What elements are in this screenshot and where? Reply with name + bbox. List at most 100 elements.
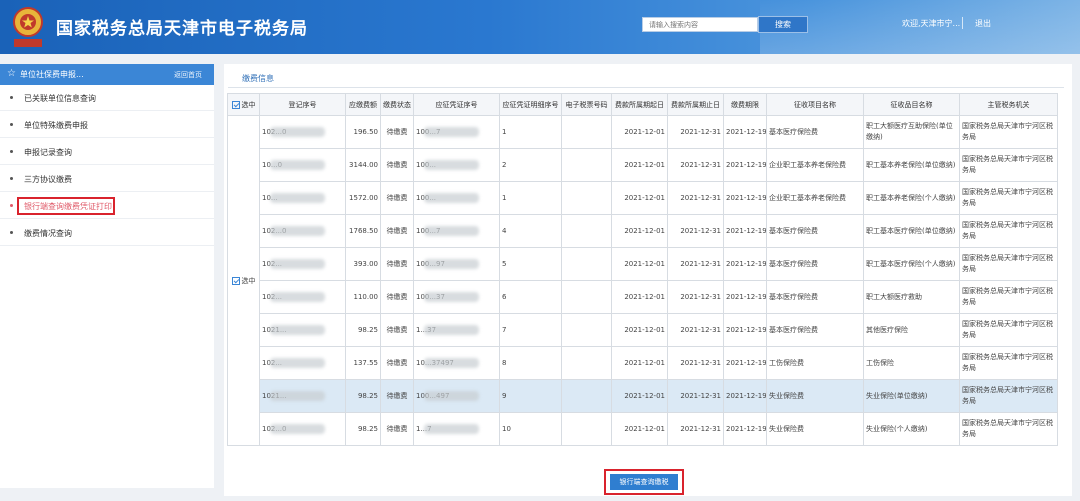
- period-end-cell: 2021-12-31: [667, 115, 724, 149]
- tax-office-cell: 国家税务总局天津市宁河区税务局: [959, 148, 1058, 182]
- search-input[interactable]: [642, 17, 758, 32]
- column-header: 费款所属期起日: [611, 93, 668, 116]
- amount-cell: 110.00: [345, 280, 381, 314]
- column-header: 主管税务机关: [959, 93, 1058, 116]
- status-cell: 待缴费: [380, 247, 414, 281]
- status-cell: 待缴费: [380, 181, 414, 215]
- sidebar-item-special-declare[interactable]: 单位特殊缴费申报: [0, 112, 214, 138]
- ticket-number-cell: [561, 247, 612, 281]
- tax-office-cell: 国家税务总局天津市宁河区税务局: [959, 412, 1058, 446]
- voucher-detail-cell: 7: [499, 313, 562, 347]
- period-end-cell: 2021-12-31: [667, 412, 724, 446]
- levy-subitem-cell: 职工基本医疗保险(个人缴纳): [863, 247, 960, 281]
- amount-cell: 1768.50: [345, 214, 381, 248]
- deadline-cell: 2021-12-19: [723, 181, 767, 215]
- search-button[interactable]: 搜索: [758, 16, 808, 33]
- deadline-cell: 2021-12-19: [723, 412, 767, 446]
- levy-item-cell: 企业职工基本养老保险费: [766, 181, 864, 215]
- period-start-cell: 2021-12-01: [611, 280, 668, 314]
- period-end-cell: 2021-12-31: [667, 379, 724, 413]
- bullet-icon: [10, 177, 13, 180]
- column-header: 缴费期限: [723, 93, 767, 116]
- tax-office-cell: 国家税务总局天津市宁河区税务局: [959, 280, 1058, 314]
- table-row[interactable]: 102... 137.55 待缴费 10...37497 8 2021-12-01 2021…: [228, 346, 1058, 380]
- reg-number-cell: 10...: [259, 181, 346, 215]
- section-divider: [228, 87, 1064, 88]
- period-start-cell: 2021-12-01: [611, 115, 668, 149]
- levy-item-cell: 基本医疗保险费: [766, 313, 864, 347]
- levy-item-cell: 企业职工基本养老保险费: [766, 148, 864, 182]
- row-group-select-cell[interactable]: 选中: [227, 115, 260, 446]
- column-header: 应征凭证明细序号: [499, 93, 562, 116]
- table-row[interactable]: 1021... 98.25 待缴费 100...497 9 2021-12-01 2021-…: [228, 379, 1058, 413]
- period-start-cell: 2021-12-01: [611, 247, 668, 281]
- sidebar-item-bank-voucher-print[interactable]: 银行端查询缴费凭证打印: [0, 193, 214, 219]
- deadline-cell: 2021-12-19: [723, 346, 767, 380]
- tax-office-cell: 国家税务总局天津市宁河区税务局: [959, 181, 1058, 215]
- status-cell: 待缴费: [380, 379, 414, 413]
- ticket-number-cell: [561, 148, 612, 182]
- levy-subitem-cell: 职工基本养老保险(单位缴纳): [863, 148, 960, 182]
- tax-emblem-icon: [13, 7, 43, 47]
- period-start-cell: 2021-12-01: [611, 313, 668, 347]
- voucher-detail-cell: 9: [499, 379, 562, 413]
- bank-print-button[interactable]: 银行端查询缴税: [610, 474, 678, 490]
- ticket-number-cell: [561, 181, 612, 215]
- main-panel: 缴费信息 选中 登记序号 应缴费额 缴费状态 应征凭证序号 应征凭证明细序号 电…: [224, 64, 1072, 496]
- tax-office-cell: 国家税务总局天津市宁河区税务局: [959, 379, 1058, 413]
- select-all-header[interactable]: 选中: [227, 93, 260, 116]
- column-header: 应征凭证序号: [413, 93, 500, 116]
- period-end-cell: 2021-12-31: [667, 247, 724, 281]
- levy-item-cell: 基本医疗保险费: [766, 214, 864, 248]
- table-row[interactable]: 1021... 98.25 待缴费 1...37 7 2021-12-01 2021-12-…: [228, 313, 1058, 347]
- sidebar-item-declare-records[interactable]: 申报记录查询: [0, 139, 214, 165]
- bullet-icon: [10, 204, 13, 207]
- reg-number-cell: 102...0: [259, 115, 346, 149]
- deadline-cell: 2021-12-19: [723, 379, 767, 413]
- sidebar-title[interactable]: 单位社保费申报...: [20, 69, 84, 80]
- logout-link[interactable]: 退出: [975, 18, 991, 29]
- voucher-number-cell: 100...37: [413, 280, 500, 314]
- voucher-number-cell: 10...37497: [413, 346, 500, 380]
- period-end-cell: 2021-12-31: [667, 214, 724, 248]
- ticket-number-cell: [561, 313, 612, 347]
- reg-number-cell: 102...: [259, 280, 346, 314]
- voucher-number-cell: 100...: [413, 181, 500, 215]
- checkbox-checked-icon[interactable]: [231, 276, 240, 285]
- levy-subitem-cell: 其他医疗保险: [863, 313, 960, 347]
- table-row[interactable]: 102...0 98.25 待缴费 1...7 10 2021-12-01 2021-12-…: [228, 412, 1058, 446]
- deadline-cell: 2021-12-19: [723, 148, 767, 182]
- sidebar-item-linked-units[interactable]: 已关联单位信息查询: [0, 85, 214, 111]
- reg-number-cell: 1021...: [259, 313, 346, 347]
- ticket-number-cell: [561, 280, 612, 314]
- tax-office-cell: 国家税务总局天津市宁河区税务局: [959, 214, 1058, 248]
- sidebar-item-payment-status[interactable]: 缴费情况查询: [0, 220, 214, 246]
- table-header-row: 选中 登记序号 应缴费额 缴费状态 应征凭证序号 应征凭证明细序号 电子税票号码…: [227, 93, 1058, 116]
- table-row[interactable]: 10...0 3144.00 待缴费 100... 2 2021-12-01 2021-12…: [228, 148, 1058, 182]
- top-header: 国家税务总局天津市电子税务局 搜索 欢迎,天津市宁... 退出: [0, 0, 1080, 54]
- bullet-icon: [10, 231, 13, 234]
- home-link[interactable]: 返回首页: [174, 70, 202, 80]
- row-group-label: 选中: [241, 276, 256, 285]
- table-row[interactable]: 102... 393.00 待缴费 100...97 5 2021-12-01 2021-1…: [228, 247, 1058, 281]
- voucher-detail-cell: 5: [499, 247, 562, 281]
- period-start-cell: 2021-12-01: [611, 148, 668, 182]
- voucher-detail-cell: 1: [499, 181, 562, 215]
- amount-cell: 98.25: [345, 412, 381, 446]
- tax-office-cell: 国家税务总局天津市宁河区税务局: [959, 115, 1058, 149]
- section-title: 缴费信息: [242, 74, 274, 83]
- ticket-number-cell: [561, 115, 612, 149]
- sidebar-item-label: 单位特殊缴费申报: [24, 121, 88, 130]
- payment-table: 选中 登记序号 应缴费额 缴费状态 应征凭证序号 应征凭证明细序号 电子税票号码…: [227, 93, 1058, 446]
- amount-cell: 3144.00: [345, 148, 381, 182]
- star-icon: ☆: [7, 68, 16, 79]
- sidebar-item-tripartite[interactable]: 三方协议缴费: [0, 166, 214, 192]
- voucher-detail-cell: 10: [499, 412, 562, 446]
- bullet-icon: [10, 150, 13, 153]
- checkbox-checked-icon[interactable]: [231, 100, 240, 109]
- table-row[interactable]: 102...0 1768.50 待缴费 100...7 4 2021-12-01 2021-…: [228, 214, 1058, 248]
- table-row[interactable]: 102... 110.00 待缴费 100...37 6 2021-12-01 2021-1…: [228, 280, 1058, 314]
- table-row[interactable]: 选中 102...0 196.50 待缴费 100...7 1 2021-12-01 2021…: [227, 115, 1058, 446]
- period-end-cell: 2021-12-31: [667, 181, 724, 215]
- table-row[interactable]: 10... 1572.00 待缴费 100... 1 2021-12-01 2021-12-…: [228, 181, 1058, 215]
